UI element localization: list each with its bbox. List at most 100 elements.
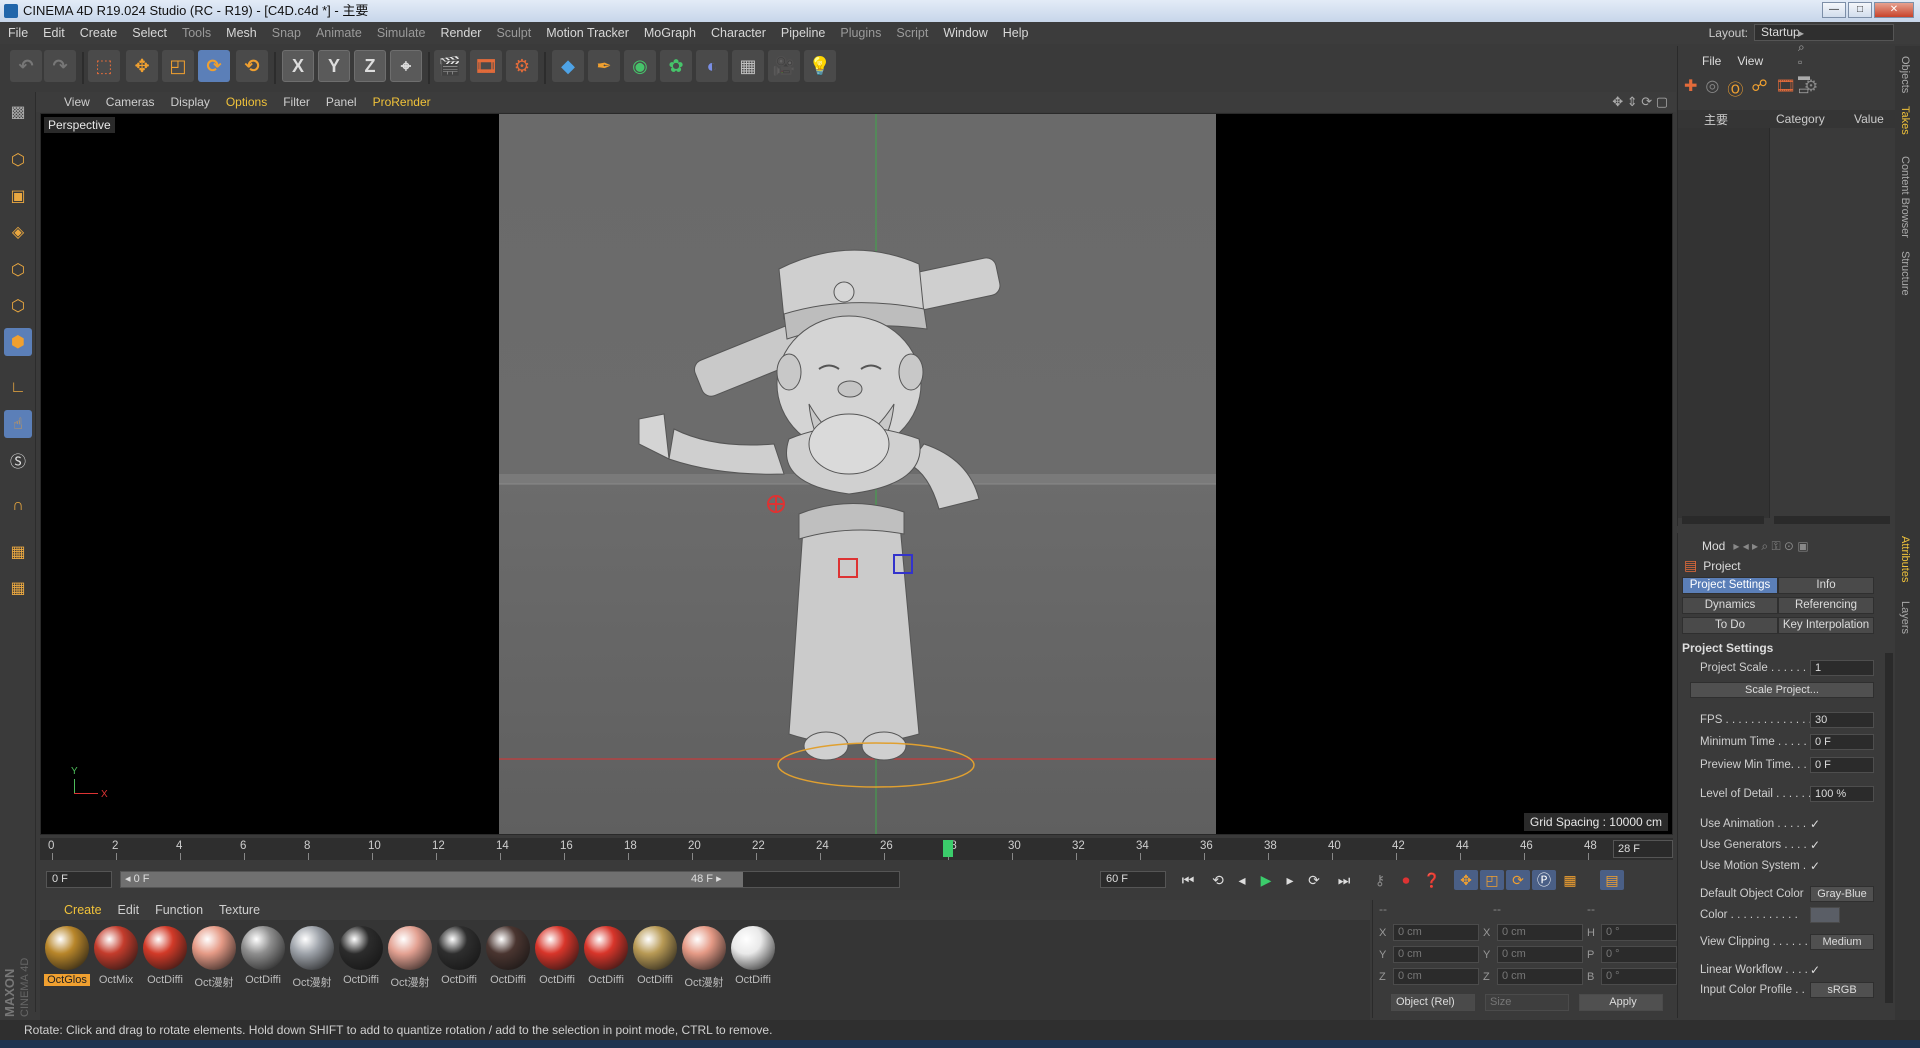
material-preview-ball[interactable]: [388, 926, 432, 970]
scale-key-icon[interactable]: ◰: [1480, 870, 1504, 890]
z-axis-button[interactable]: Z: [354, 50, 386, 82]
start-frame-field[interactable]: 0 F: [46, 871, 112, 888]
scale-icon[interactable]: ◰: [162, 50, 194, 82]
material-preview-ball[interactable]: [45, 926, 89, 970]
pen-spline-icon[interactable]: ✒: [588, 50, 620, 82]
tab-dynamics[interactable]: Dynamics: [1682, 597, 1778, 614]
record-keys-icon[interactable]: ⚷: [1368, 870, 1392, 890]
autokey-icon[interactable]: ⏺: [1394, 870, 1418, 890]
size-z-field[interactable]: 0 cm: [1497, 968, 1583, 985]
material-swatch[interactable]: OctDiffi: [240, 926, 286, 986]
material-swatch[interactable]: Oct漫射: [681, 926, 727, 990]
close-button[interactable]: ✕: [1874, 2, 1914, 18]
material-preview-ball[interactable]: [731, 926, 775, 970]
project-scale-field[interactable]: 1: [1810, 660, 1874, 676]
keyframe-selection-icon[interactable]: ❓: [1420, 870, 1444, 890]
tab-layers[interactable]: Layers: [1899, 601, 1911, 634]
move-icon[interactable]: ✥: [126, 50, 158, 82]
material-label[interactable]: Oct漫射: [289, 974, 335, 990]
menu-edit[interactable]: Edit: [43, 26, 65, 40]
size-y-field[interactable]: 0 cm: [1497, 946, 1583, 963]
menu-create[interactable]: Create: [80, 26, 118, 40]
viewport-nav-icons[interactable]: ✥ ⇕ ⟳ ▢: [1612, 94, 1668, 110]
size-x-field[interactable]: 0 cm: [1497, 924, 1583, 941]
tab-objects[interactable]: Objects: [1899, 56, 1911, 93]
material-label[interactable]: OctMix: [93, 974, 139, 986]
material-preview-ball[interactable]: [94, 926, 138, 970]
menu-tools[interactable]: Tools: [182, 26, 211, 40]
material-label[interactable]: OctDiffi: [632, 974, 678, 986]
material-label[interactable]: Oct漫射: [387, 974, 433, 990]
y-axis-button[interactable]: Y: [318, 50, 350, 82]
menu-script[interactable]: Script: [896, 26, 928, 40]
texture-mode-icon[interactable]: ▣: [4, 182, 32, 210]
floor-icon[interactable]: ▦: [732, 50, 764, 82]
take-tree-scrollbar[interactable]: [1682, 516, 1764, 524]
live-selection-icon[interactable]: ⬚: [88, 50, 120, 82]
next-key-icon[interactable]: ⟳: [1302, 870, 1326, 890]
layout-select[interactable]: Startup: [1754, 24, 1894, 41]
menu-character[interactable]: Character: [711, 26, 766, 40]
material-swatch[interactable]: OctDiffi: [730, 926, 776, 986]
previous-frame-icon[interactable]: ◂: [1230, 870, 1254, 890]
tab-key-interpolation[interactable]: Key Interpolation: [1778, 617, 1874, 634]
material-label[interactable]: OctDiffi: [730, 974, 776, 986]
tweak-mode-icon[interactable]: ☝: [4, 410, 32, 438]
category-column[interactable]: Category: [1770, 112, 1850, 126]
viewport[interactable]: Perspective Grid Spacing : 10000 cm Y X: [40, 113, 1673, 835]
material-preview-ball[interactable]: [290, 926, 334, 970]
viewport-camera-label[interactable]: Perspective: [44, 117, 115, 133]
workplane-lock-icon[interactable]: ▦: [4, 538, 32, 566]
take-tree[interactable]: [1678, 128, 1770, 518]
end-frame-field[interactable]: 60 F: [1100, 871, 1166, 888]
current-frame-marker[interactable]: [943, 840, 953, 857]
light-icon[interactable]: 💡: [804, 50, 836, 82]
attribute-scrollbar[interactable]: [1885, 653, 1893, 1003]
minimize-button[interactable]: —: [1822, 2, 1846, 18]
material-swatch[interactable]: OctDiffi: [338, 926, 384, 986]
viewport-menu-panel[interactable]: Panel: [326, 95, 357, 109]
cloner-icon[interactable]: ✿: [660, 50, 692, 82]
use-animation-checkbox[interactable]: ✓: [1810, 817, 1820, 831]
tab-content-browser[interactable]: Content Browser: [1899, 156, 1911, 238]
viewport-menu-options[interactable]: Options: [226, 95, 267, 109]
material-label[interactable]: OctDiffi: [485, 974, 531, 986]
rotation-b-field[interactable]: 0 °: [1601, 968, 1677, 985]
maximize-button[interactable]: □: [1848, 2, 1872, 18]
position-y-field[interactable]: 0 cm: [1393, 946, 1479, 963]
linear-workflow-checkbox[interactable]: ✓: [1810, 963, 1820, 977]
point-level-animation-icon[interactable]: ▦: [1558, 870, 1582, 890]
x-axis-button[interactable]: X: [282, 50, 314, 82]
material-swatch[interactable]: OctDiffi: [142, 926, 188, 986]
material-preview-ball[interactable]: [486, 926, 530, 970]
material-label[interactable]: OctDiffi: [534, 974, 580, 986]
material-swatch[interactable]: OctMix: [93, 926, 139, 986]
material-swatch[interactable]: OctGlos: [44, 926, 90, 986]
menu-help[interactable]: Help: [1003, 26, 1029, 40]
menu-sculpt[interactable]: Sculpt: [496, 26, 531, 40]
render-settings-icon[interactable]: ⚙: [506, 50, 538, 82]
render-picture-viewer-icon[interactable]: 🎞: [470, 50, 502, 82]
tab-structure[interactable]: Structure: [1899, 251, 1911, 296]
subdivision-icon[interactable]: ◉: [624, 50, 656, 82]
snap-icon[interactable]: ∩: [4, 492, 32, 520]
viewport-menu-prorender[interactable]: ProRender: [373, 95, 431, 109]
material-preview-ball[interactable]: [633, 926, 677, 970]
material-preview-ball[interactable]: [682, 926, 726, 970]
axis-mode-icon[interactable]: ∟: [4, 374, 32, 402]
layer-icon[interactable]: ◎: [1705, 76, 1719, 100]
material-label[interactable]: OctDiffi: [240, 974, 286, 986]
material-preview-ball[interactable]: [339, 926, 383, 970]
material-label[interactable]: OctDiffi: [583, 974, 629, 986]
menu-pipeline[interactable]: Pipeline: [781, 26, 825, 40]
go-to-start-icon[interactable]: ⏮: [1176, 870, 1200, 890]
menu-simulate[interactable]: Simulate: [377, 26, 426, 40]
lod-field[interactable]: 100 %: [1810, 786, 1874, 802]
go-to-end-icon[interactable]: ⏭: [1332, 870, 1356, 890]
menu-motion-tracker[interactable]: Motion Tracker: [546, 26, 629, 40]
material-preview-ball[interactable]: [584, 926, 628, 970]
parameter-key-icon[interactable]: Ⓟ: [1532, 870, 1556, 890]
timeline-window-icon[interactable]: ▤: [1600, 870, 1624, 890]
planar-workplane-icon[interactable]: ▦: [4, 574, 32, 602]
edges-mode-icon[interactable]: ⬡: [4, 292, 32, 320]
